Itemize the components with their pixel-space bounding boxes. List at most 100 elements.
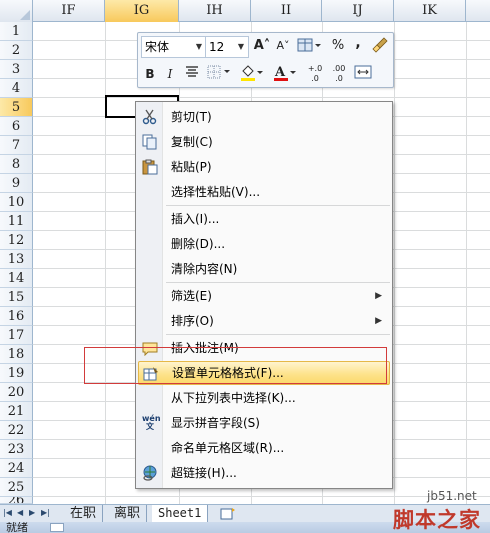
chevron-down-icon: ▼ (237, 42, 245, 51)
row-header[interactable]: 20 (0, 383, 33, 402)
row-header[interactable]: 9 (0, 174, 33, 193)
row-header[interactable]: 4 (0, 79, 33, 98)
row-header[interactable]: 14 (0, 269, 33, 288)
sheet-tab-active[interactable]: Sheet1 (152, 505, 209, 523)
menu-item-label: 从下拉列表中选择(K)... (171, 391, 296, 405)
column-header-ik[interactable]: IK (394, 0, 466, 22)
menu-item-insert[interactable]: 插入(I)... (138, 207, 390, 231)
column-header-ig[interactable]: IG (105, 0, 179, 22)
row-header[interactable]: 19 (0, 364, 33, 383)
row-header[interactable]: 21 (0, 402, 33, 421)
column-header-ih[interactable]: IH (179, 0, 251, 22)
row-header[interactable]: 2 (0, 41, 33, 60)
menu-item-clear-contents[interactable]: 清除内容(N) (138, 257, 390, 281)
font-name-select[interactable]: 宋体 ▼ (141, 36, 207, 58)
paint-brush-icon[interactable] (370, 36, 390, 56)
menu-item-delete[interactable]: 删除(D)... (138, 232, 390, 256)
sheet-tab[interactable]: 在职 (64, 505, 104, 523)
font-color-icon[interactable]: A (271, 64, 299, 84)
annotation-highlight-box (84, 347, 387, 384)
phonetic-icon: wén 文 (142, 414, 161, 431)
watermark-site: 脚本之家 (393, 508, 481, 532)
borders-icon[interactable] (205, 64, 233, 84)
comma-style-button[interactable]: , (348, 33, 368, 53)
menu-item-cut[interactable]: 剪切(T) (138, 105, 390, 129)
row-header[interactable]: 1 (0, 22, 33, 41)
next-sheet-button[interactable]: ▶ (29, 508, 35, 517)
menu-separator (166, 282, 390, 283)
paste-icon (142, 159, 158, 175)
increase-decimal-icon[interactable]: +.0 .0 (304, 64, 326, 84)
menu-item-label: 复制(C) (171, 135, 213, 149)
bold-button[interactable]: B (141, 64, 159, 84)
format-table-icon[interactable] (295, 36, 323, 56)
menu-item-filter[interactable]: 筛选(E) ▶ (138, 284, 390, 308)
row-header[interactable]: 5 (0, 98, 33, 117)
percent-style-button[interactable]: % (328, 36, 348, 56)
copy-icon (142, 134, 158, 150)
font-size-value: 12 (209, 40, 225, 54)
row-header[interactable]: 18 (0, 345, 33, 364)
menu-item-show-phonetic[interactable]: wén 文 显示拼音字段(S) (138, 411, 390, 435)
menu-item-pick-from-list[interactable]: 从下拉列表中选择(K)... (138, 386, 390, 410)
sheet-tab[interactable]: 离职 (108, 505, 148, 523)
submenu-arrow-icon: ▶ (375, 316, 382, 326)
menu-item-label: 命名单元格区域(R)... (171, 441, 285, 455)
menu-item-copy[interactable]: 复制(C) (138, 130, 390, 154)
menu-item-hyperlink[interactable]: 超链接(H)... (138, 461, 390, 485)
insert-sheet-icon[interactable] (220, 507, 236, 520)
row-header[interactable]: 11 (0, 212, 33, 231)
column-header-if[interactable]: IF (33, 0, 105, 22)
macro-record-icon[interactable] (50, 523, 64, 532)
menu-item-label: 超链接(H)... (171, 466, 237, 480)
font-name-value: 宋体 (145, 40, 170, 54)
row-header[interactable]: 26 (0, 497, 33, 504)
row-header[interactable]: 23 (0, 440, 33, 459)
hyperlink-icon (142, 465, 158, 481)
row-header[interactable]: 8 (0, 155, 33, 174)
row-header[interactable]: 24 (0, 459, 33, 478)
menu-item-name-range[interactable]: 命名单元格区域(R)... (138, 436, 390, 460)
shrink-font-button[interactable]: A˅ (273, 36, 293, 56)
decrease-decimal-icon[interactable]: .00 .0 (328, 64, 350, 84)
row-header[interactable]: 17 (0, 326, 33, 345)
status-text: 就绪 (6, 522, 28, 533)
row-header[interactable]: 6 (0, 117, 33, 136)
menu-item-label: 插入(I)... (171, 212, 220, 226)
select-all-corner[interactable] (0, 0, 33, 22)
submenu-arrow-icon: ▶ (375, 291, 382, 301)
column-header-ij[interactable]: IJ (322, 0, 394, 22)
row-header[interactable]: 7 (0, 136, 33, 155)
row-header[interactable]: 15 (0, 288, 33, 307)
row-header[interactable]: 22 (0, 421, 33, 440)
font-size-select[interactable]: 12 ▼ (205, 36, 249, 58)
watermark-url: jb51.net (427, 489, 477, 503)
row-header[interactable]: 3 (0, 60, 33, 79)
italic-button[interactable]: I (161, 64, 179, 84)
menu-item-sort[interactable]: 排序(O) ▶ (138, 309, 390, 333)
increase-decimal-label: +.0 (307, 64, 323, 73)
row-header[interactable]: 25 (0, 478, 33, 497)
menu-item-label: 清除内容(N) (171, 262, 238, 276)
column-header-next[interactable] (466, 0, 490, 22)
menu-item-paste-special[interactable]: 选择性粘贴(V)... (138, 180, 390, 204)
row-header[interactable]: 10 (0, 193, 33, 212)
row-header[interactable]: 16 (0, 307, 33, 326)
menu-separator (166, 334, 390, 335)
menu-item-label: 显示拼音字段(S) (171, 416, 260, 430)
prev-sheet-button[interactable]: ◀ (17, 508, 23, 517)
menu-item-label: 剪切(T) (171, 110, 212, 124)
fill-color-icon[interactable] (238, 64, 266, 84)
last-sheet-button[interactable]: ▶| (41, 508, 50, 517)
first-sheet-button[interactable]: |◀ (3, 508, 12, 517)
context-menu: 剪切(T) 复制(C) 粘贴(P) 选择性粘贴(V)... 插入(I)... 删… (135, 101, 393, 489)
row-header[interactable]: 12 (0, 231, 33, 250)
column-header-ii[interactable]: II (251, 0, 322, 22)
increase-decimal-sub: .0 (311, 74, 319, 83)
row-header[interactable]: 13 (0, 250, 33, 269)
merge-center-icon[interactable] (352, 64, 374, 84)
align-center-icon[interactable] (182, 64, 202, 84)
grow-font-button[interactable]: A˄ (252, 36, 272, 56)
menu-item-paste[interactable]: 粘贴(P) (138, 155, 390, 179)
chevron-down-icon: ▼ (195, 42, 203, 51)
